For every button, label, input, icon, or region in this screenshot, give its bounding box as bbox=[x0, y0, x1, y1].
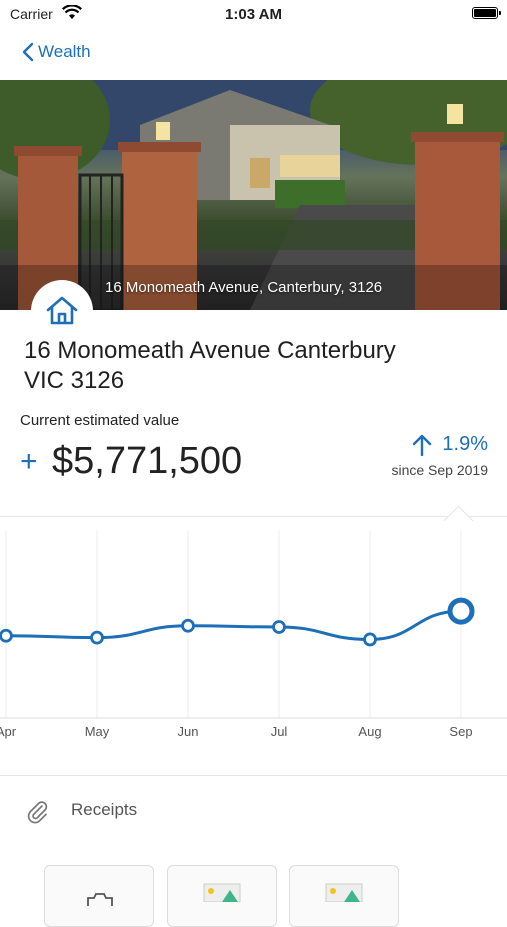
image-icon bbox=[203, 883, 241, 902]
x-tick-label: Jul bbox=[271, 724, 288, 739]
receipts-row[interactable]: Receipts bbox=[0, 790, 507, 832]
x-tick-label: May bbox=[85, 724, 110, 739]
photo-caption: 16 Monomeath Avenue, Canterbury, 3126 bbox=[105, 279, 383, 296]
image-icon bbox=[325, 883, 363, 902]
receipt-thumbnail[interactable] bbox=[289, 865, 399, 927]
data-point[interactable] bbox=[0, 628, 13, 643]
property-title-line1: 16 Monomeath Avenue Canterbury bbox=[24, 337, 396, 364]
data-point[interactable] bbox=[272, 620, 286, 634]
property-title: 16 Monomeath Avenue Canterbury VIC 3126 bbox=[24, 336, 494, 396]
clock: 1:03 AM bbox=[225, 6, 282, 23]
selected-data-point[interactable] bbox=[447, 597, 475, 625]
property-title-line2: VIC 3126 bbox=[24, 367, 125, 394]
value-change: 1.9% since Sep 2019 bbox=[391, 433, 488, 478]
estimate-label: Current estimated value bbox=[20, 412, 180, 429]
status-bar: Carrier 1:03 AM bbox=[0, 0, 507, 28]
series-line bbox=[5, 609, 462, 641]
battery-icon bbox=[472, 7, 501, 19]
arrow-up-icon bbox=[413, 434, 432, 456]
value-sign: + bbox=[20, 445, 38, 478]
x-tick-label: Sep bbox=[449, 724, 472, 739]
chevron-left-icon bbox=[22, 42, 34, 62]
back-button[interactable]: Wealth bbox=[22, 42, 91, 62]
home-badge bbox=[31, 280, 93, 342]
receipt-thumbnail[interactable] bbox=[167, 865, 277, 927]
paperclip-icon bbox=[26, 800, 50, 829]
x-tick-label: Jun bbox=[178, 724, 199, 739]
change-percent: 1.9% bbox=[442, 433, 488, 455]
x-tick-label: Apr bbox=[0, 724, 17, 739]
change-since: since Sep 2019 bbox=[391, 462, 488, 478]
add-receipt-camera[interactable] bbox=[44, 865, 154, 927]
data-point[interactable] bbox=[90, 630, 104, 645]
home-icon bbox=[46, 296, 78, 325]
navigation-bar: Wealth bbox=[0, 32, 507, 76]
camera-icon bbox=[87, 893, 113, 906]
property-photo: 16 Monomeath Avenue, Canterbury, 3126 bbox=[0, 80, 507, 310]
data-point[interactable] bbox=[181, 618, 195, 633]
receipts-label: Receipts bbox=[71, 800, 138, 819]
estimated-value: $5,771,500 bbox=[52, 440, 243, 482]
value-chart-plot: Apr May Jun Jul Aug Sep bbox=[0, 531, 507, 739]
back-label: Wealth bbox=[38, 42, 91, 61]
x-tick-label: Aug bbox=[358, 724, 381, 739]
data-point[interactable] bbox=[363, 632, 377, 647]
